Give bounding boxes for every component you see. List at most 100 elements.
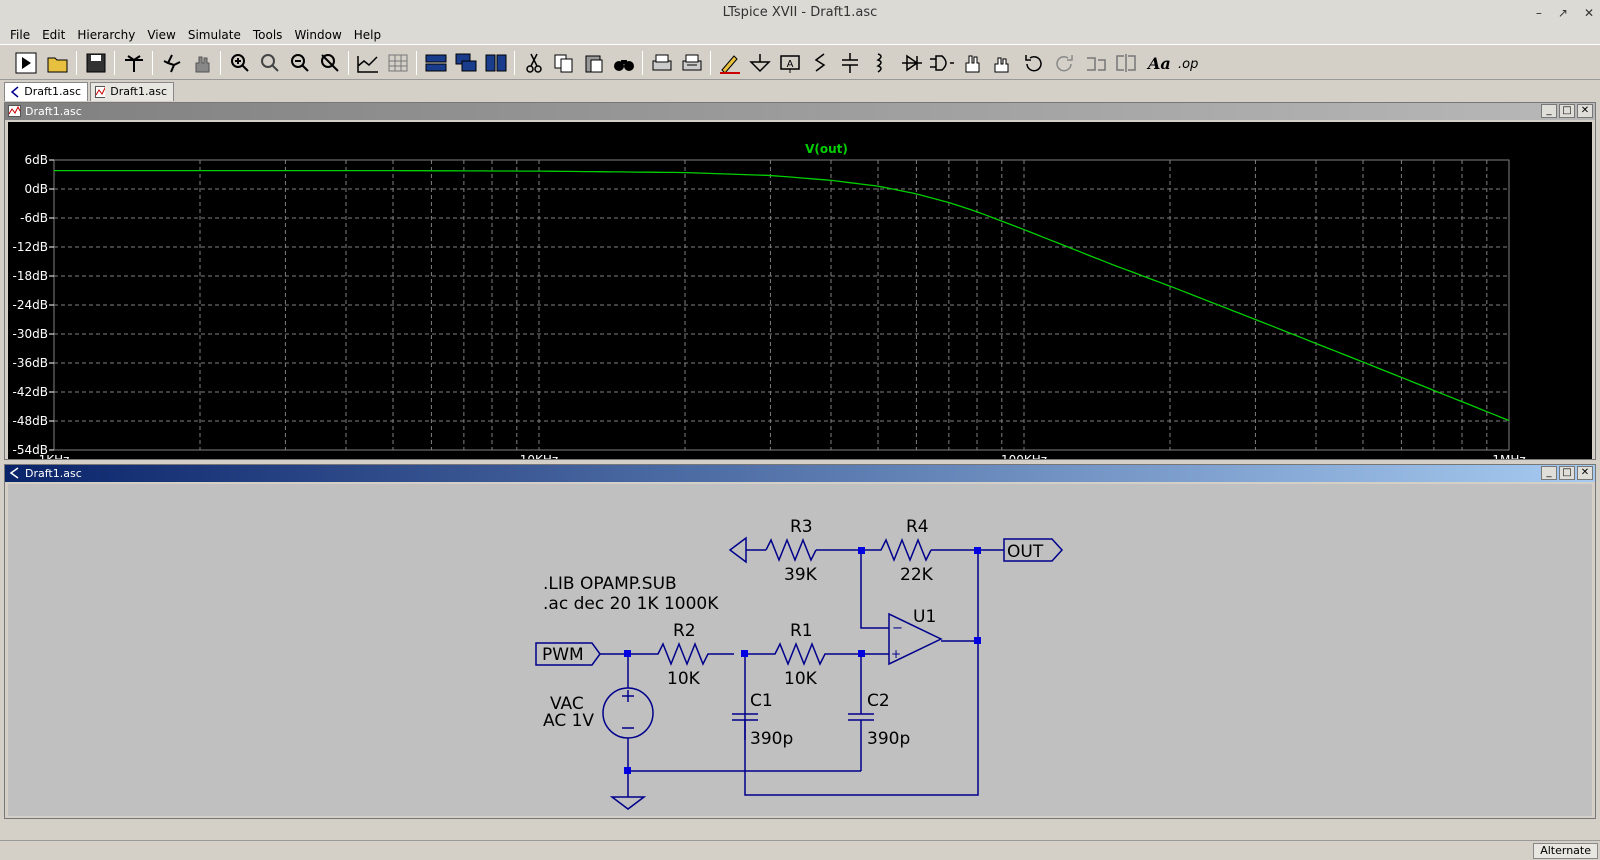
undo-icon[interactable] xyxy=(1020,49,1048,77)
resistor-r3[interactable] xyxy=(765,537,817,563)
tile-vertical-icon[interactable] xyxy=(482,49,510,77)
print-setup-icon[interactable] xyxy=(678,49,706,77)
open-icon[interactable] xyxy=(44,49,72,77)
pan-hand-icon[interactable] xyxy=(188,49,216,77)
cascade-icon[interactable] xyxy=(452,49,480,77)
autorange-icon[interactable] xyxy=(354,49,382,77)
close-button[interactable]: ✕ xyxy=(1577,466,1593,480)
rotate-icon[interactable] xyxy=(1082,49,1110,77)
close-button[interactable]: ✕ xyxy=(1584,0,1594,26)
menu-help[interactable]: Help xyxy=(348,26,387,44)
spice-directive-icon[interactable]: .op xyxy=(1176,49,1204,77)
waveform-window-title: Draft1.asc xyxy=(25,105,82,118)
menu-file[interactable]: File xyxy=(4,26,36,44)
schematic-window-titlebar: Draft1.asc _ □ ✕ xyxy=(5,465,1595,482)
grid-icon[interactable] xyxy=(384,49,412,77)
schematic-canvas[interactable]: − + R3 39K R4 22K U1 R2 10K R1 10K C1 39… xyxy=(8,484,1592,816)
series-line xyxy=(54,169,1510,422)
find-icon[interactable] xyxy=(610,49,638,77)
redo-icon[interactable] xyxy=(1050,49,1078,77)
close-button[interactable]: ✕ xyxy=(1577,104,1593,118)
text-icon[interactable]: Aa xyxy=(1144,49,1172,77)
y-tick-label: -42dB xyxy=(13,385,48,399)
y-tick-label: -6dB xyxy=(20,211,48,225)
tab-schematic[interactable]: Draft1.asc xyxy=(4,82,88,101)
menu-view[interactable]: View xyxy=(141,26,181,44)
menu-tools[interactable]: Tools xyxy=(247,26,289,44)
diode-icon[interactable] xyxy=(898,49,926,77)
control-panel-icon[interactable] xyxy=(120,49,148,77)
svg-text:.op: .op xyxy=(1178,57,1198,72)
drag-icon[interactable] xyxy=(988,49,1016,77)
waveform-plot-pane[interactable]: 6dB 0dB -6dB -12dB -18dB -24dB -30dB -36dB -42dB… xyxy=(8,122,1592,459)
resistor-r2[interactable] xyxy=(628,641,734,667)
resistor-r4[interactable] xyxy=(861,537,932,563)
resistor-icon[interactable] xyxy=(806,49,834,77)
zoom-in-icon[interactable] xyxy=(226,49,254,77)
x-tick-label: 1MHz xyxy=(1492,453,1525,459)
minimize-button[interactable]: _ xyxy=(1541,104,1557,118)
schematic-drawing[interactable]: − + R3 39K R4 22K U1 R2 10K R1 10K C1 39… xyxy=(8,484,1592,816)
y-tick-label: -36dB xyxy=(13,356,48,370)
minimize-button[interactable]: – xyxy=(1536,0,1542,26)
bode-plot[interactable]: 6dB 0dB -6dB -12dB -18dB -24dB -30dB -36dB -42dB… xyxy=(8,122,1592,459)
print-icon[interactable] xyxy=(648,49,676,77)
toolbar: A Aa .op xyxy=(0,44,1600,80)
svg-text:Aa: Aa xyxy=(1146,54,1170,73)
opamp-minus-mark: − xyxy=(892,621,903,636)
y-tick-label: -30dB xyxy=(13,327,48,341)
halt-icon[interactable] xyxy=(158,49,186,77)
menu-simulate[interactable]: Simulate xyxy=(182,26,247,44)
paste-icon[interactable] xyxy=(580,49,608,77)
y-tick-label: -24dB xyxy=(13,298,48,312)
move-icon[interactable] xyxy=(958,49,986,77)
c2-value-label: 390p xyxy=(867,729,910,749)
spice-directive-lib[interactable]: .LIB OPAMP.SUB xyxy=(543,574,677,594)
maximize-button[interactable]: ↗ xyxy=(1558,0,1568,26)
menu-hierarchy[interactable]: Hierarchy xyxy=(71,26,141,44)
minimize-button[interactable]: _ xyxy=(1541,466,1557,480)
save-icon[interactable] xyxy=(82,49,110,77)
capacitor-c2[interactable] xyxy=(848,654,874,771)
label-net-icon[interactable]: A xyxy=(776,49,804,77)
out-label-text: OUT xyxy=(1007,542,1044,562)
cut-icon[interactable] xyxy=(520,49,548,77)
u1-ref-label: U1 xyxy=(913,607,936,627)
tab-waveform[interactable]: Draft1.asc xyxy=(90,82,174,101)
copy-icon[interactable] xyxy=(550,49,578,77)
tile-horizontal-icon[interactable] xyxy=(422,49,450,77)
restore-button[interactable]: □ xyxy=(1559,104,1575,118)
window-title: LTspice XVII - Draft1.asc xyxy=(722,5,878,20)
mirror-icon[interactable] xyxy=(1112,49,1140,77)
run-icon[interactable] xyxy=(12,49,40,77)
pwm-label-text: PWM xyxy=(542,645,584,665)
zoom-full-icon[interactable] xyxy=(256,49,284,77)
ground-icon[interactable] xyxy=(746,49,774,77)
waveform-window-titlebar: Draft1.asc _ □ ✕ xyxy=(5,103,1595,120)
source-polarity-marks xyxy=(622,690,634,729)
schematic-icon xyxy=(10,86,19,98)
c1-value-label: 390p xyxy=(750,729,793,749)
c1-ref-label: C1 xyxy=(750,691,773,711)
resistor-r1[interactable] xyxy=(745,641,861,667)
menu-edit[interactable]: Edit xyxy=(36,26,71,44)
component-icon[interactable] xyxy=(928,49,956,77)
y-tick-label: 6dB xyxy=(25,153,48,167)
ground-symbol[interactable] xyxy=(728,536,747,564)
y-tick-label: -48dB xyxy=(13,414,48,428)
zoom-cancel-icon[interactable] xyxy=(316,49,344,77)
menu-window[interactable]: Window xyxy=(288,26,347,44)
y-tick-label: -18dB xyxy=(13,269,48,283)
capacitor-icon[interactable] xyxy=(836,49,864,77)
restore-button[interactable]: □ xyxy=(1559,466,1575,480)
zoom-out-icon[interactable] xyxy=(286,49,314,77)
r4-ref-label: R4 xyxy=(906,517,929,537)
draw-wire-icon[interactable] xyxy=(716,49,744,77)
ground-symbol[interactable] xyxy=(609,796,647,810)
r3-ref-label: R3 xyxy=(790,517,813,537)
schematic-window: Draft1.asc _ □ ✕ − + R3 39K R4 22K U1 R2… xyxy=(4,464,1596,819)
spice-directive-ac[interactable]: .ac dec 20 1K 1000K xyxy=(543,594,719,614)
schematic-window-title: Draft1.asc xyxy=(25,467,82,480)
inductor-icon[interactable] xyxy=(866,49,894,77)
trace-label: V(out) xyxy=(805,142,848,156)
